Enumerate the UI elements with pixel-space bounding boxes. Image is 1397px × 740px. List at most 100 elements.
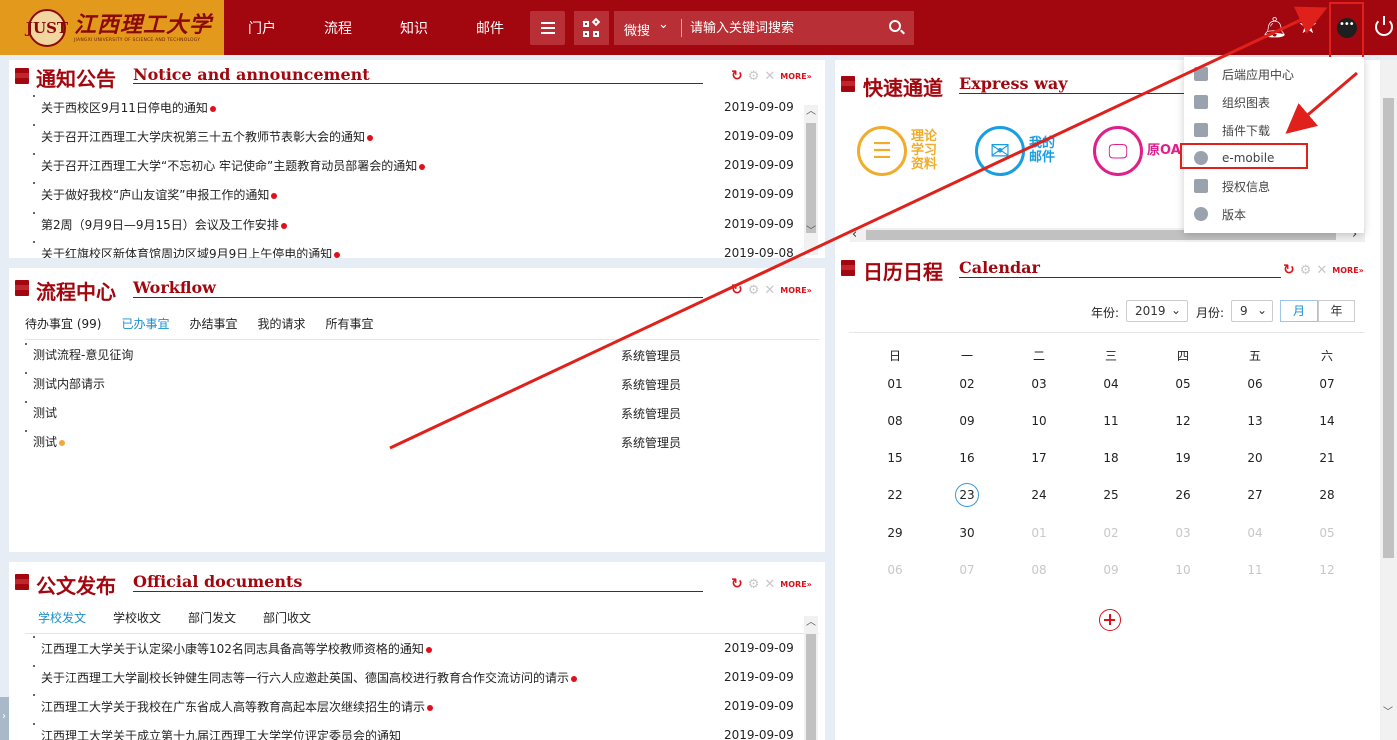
calendar-day[interactable]: 03 xyxy=(1024,377,1054,391)
calendar-day[interactable]: 07 xyxy=(952,563,982,577)
menu-button[interactable] xyxy=(530,11,565,45)
calendar-day[interactable]: 17 xyxy=(1024,451,1054,465)
calendar-day[interactable]: 13 xyxy=(1240,414,1270,428)
calendar-day[interactable]: 21 xyxy=(1312,451,1342,465)
list-item[interactable]: 关于做好我校“庐山友谊奖”申报工作的通知 xyxy=(41,186,278,206)
calendar-day[interactable]: 29 xyxy=(880,526,910,540)
side-collapse-handle[interactable]: › xyxy=(0,697,9,740)
scrollbar[interactable]: ︿ ﹀ xyxy=(804,105,818,255)
search-input[interactable] xyxy=(690,19,880,37)
calendar-day[interactable]: 01 xyxy=(1024,526,1054,540)
calendar-day[interactable]: 10 xyxy=(1024,414,1054,428)
refresh-icon[interactable]: ↻ xyxy=(731,282,743,298)
chevron-down-icon[interactable]: ﹀ xyxy=(1381,706,1395,720)
list-item[interactable]: 关于召开江西理工大学“不忘初心 牢记使命”主题教育动员部署会的通知 xyxy=(41,157,426,177)
bell-icon[interactable]: 🔔︎ xyxy=(1262,16,1287,38)
calendar-day[interactable]: 06 xyxy=(880,563,910,577)
star-icon[interactable]: ★ xyxy=(1298,16,1318,38)
calendar-day[interactable]: 16 xyxy=(952,451,982,465)
scrollbar[interactable]: ︿ xyxy=(804,616,818,740)
tab-todo[interactable]: 待办事宜 (99) xyxy=(25,315,101,332)
menu-item-license-info[interactable]: 授权信息 xyxy=(1194,175,1270,197)
nav-mail[interactable]: 邮件 xyxy=(476,18,504,38)
more-link[interactable]: MORE» xyxy=(1332,266,1364,275)
shortcut-study-materials[interactable]: ☰ 理论学习资料 xyxy=(857,126,947,176)
calendar-day[interactable]: 11 xyxy=(1240,563,1270,577)
refresh-icon[interactable]: ↻ xyxy=(731,576,743,592)
list-item[interactable]: 关于召开江西理工大学庆祝第三十五个教师节表彰大会的通知 xyxy=(41,128,374,148)
calendar-day[interactable]: 03 xyxy=(1168,526,1198,540)
tab-school-issued[interactable]: 学校发文 xyxy=(38,609,86,626)
menu-item-org-chart[interactable]: 组织图表 xyxy=(1194,91,1270,113)
calendar-day[interactable]: 28 xyxy=(1312,488,1342,502)
calendar-day[interactable]: 04 xyxy=(1096,377,1126,391)
list-item[interactable]: 测试内部请示 xyxy=(33,375,105,395)
close-icon[interactable]: ✕ xyxy=(1316,263,1327,278)
more-button[interactable] xyxy=(1329,2,1364,59)
tab-done[interactable]: 已办事宜 xyxy=(121,315,169,332)
calendar-day[interactable]: 02 xyxy=(1096,526,1126,540)
calendar-day[interactable]: 18 xyxy=(1096,451,1126,465)
calendar-day[interactable]: 02 xyxy=(952,377,982,391)
calendar-day[interactable]: 15 xyxy=(880,451,910,465)
university-logo[interactable]: JUST 江西理工大学 JIANGXI UNIVERSITY OF SCIENC… xyxy=(0,0,224,55)
close-icon[interactable]: ✕ xyxy=(764,577,775,592)
shortcut-old-oa[interactable]: 🖵︎ 原OA xyxy=(1093,126,1181,176)
calendar-day[interactable]: 14 xyxy=(1312,414,1342,428)
calendar-day[interactable]: 12 xyxy=(1168,414,1198,428)
nav-workflow[interactable]: 流程 xyxy=(324,18,352,38)
menu-item-plugin-download[interactable]: 插件下载 xyxy=(1194,119,1270,141)
list-item[interactable]: 测试流程-意见征询 xyxy=(33,346,133,366)
add-event-icon[interactable] xyxy=(1099,609,1121,631)
chevron-up-icon[interactable]: ︿ xyxy=(804,105,818,119)
month-select[interactable]: 9 ⌄ xyxy=(1231,300,1273,322)
year-select[interactable]: 2019 ⌄ xyxy=(1126,300,1188,322)
calendar-day[interactable]: 26 xyxy=(1168,488,1198,502)
calendar-day[interactable]: 07 xyxy=(1312,377,1342,391)
close-icon[interactable]: ✕ xyxy=(764,283,775,298)
list-item[interactable]: 测试 xyxy=(33,404,57,424)
list-item[interactable]: 测试 xyxy=(33,433,66,453)
chevron-left-icon[interactable]: ‹ xyxy=(852,227,857,242)
chevron-up-icon[interactable]: ︿ xyxy=(804,616,818,630)
more-link[interactable]: MORE» xyxy=(780,286,812,295)
apps-button[interactable] xyxy=(574,11,609,45)
gear-icon[interactable]: ⚙ xyxy=(748,69,760,84)
calendar-day[interactable]: 05 xyxy=(1168,377,1198,391)
tab-my-requests[interactable]: 我的请求 xyxy=(257,315,305,332)
shortcut-my-mail[interactable]: ✉ 我的邮件 xyxy=(975,126,1059,176)
nav-knowledge[interactable]: 知识 xyxy=(400,18,428,38)
calendar-day[interactable]: 09 xyxy=(1096,563,1126,577)
list-item[interactable]: 江西理工大学关于认定梁小康等102名同志具备高等学校教师资格的通知 xyxy=(41,640,432,660)
refresh-icon[interactable]: ↻ xyxy=(1283,262,1295,278)
list-item[interactable]: 江西理工大学关于我校在广东省成人高等教育高起本层次继续招生的请示 xyxy=(41,698,434,718)
refresh-icon[interactable]: ↻ xyxy=(731,68,743,84)
search-scope-select[interactable]: 微搜 xyxy=(624,20,650,39)
calendar-day[interactable]: 10 xyxy=(1168,563,1198,577)
tab-dept-issued[interactable]: 部门发文 xyxy=(188,609,236,626)
tab-dept-received[interactable]: 部门收文 xyxy=(263,609,311,626)
calendar-day[interactable]: 01 xyxy=(880,377,910,391)
list-item[interactable]: 关于红旗校区新体育馆周边区域9月9日上午停电的通知 xyxy=(41,245,341,258)
more-link[interactable]: MORE» xyxy=(780,72,812,81)
search-icon[interactable] xyxy=(889,20,901,32)
calendar-day[interactable]: 22 xyxy=(880,488,910,502)
calendar-day[interactable]: 06 xyxy=(1240,377,1270,391)
menu-item-version[interactable]: 版本 xyxy=(1194,203,1246,225)
power-icon[interactable] xyxy=(1375,16,1393,36)
month-view-button[interactable]: 月 xyxy=(1280,300,1318,322)
calendar-day[interactable]: 24 xyxy=(1024,488,1054,502)
calendar-day[interactable]: 08 xyxy=(880,414,910,428)
chevron-down-icon[interactable]: ⌄ xyxy=(658,17,669,32)
calendar-day[interactable]: 23 xyxy=(952,488,982,502)
calendar-day[interactable]: 27 xyxy=(1240,488,1270,502)
tab-school-received[interactable]: 学校收文 xyxy=(113,609,161,626)
calendar-day[interactable]: 19 xyxy=(1168,451,1198,465)
gear-icon[interactable]: ⚙ xyxy=(748,283,760,298)
menu-item-backend-apps[interactable]: 后端应用中心 xyxy=(1194,63,1294,85)
calendar-day[interactable]: 04 xyxy=(1240,526,1270,540)
calendar-day[interactable]: 25 xyxy=(1096,488,1126,502)
nav-portal[interactable]: 门户 xyxy=(248,18,276,38)
list-item[interactable]: 江西理工大学关于成立第十九届江西理工大学学位评定委员会的通知 xyxy=(41,727,401,740)
page-scrollbar[interactable]: ﹀ xyxy=(1380,60,1397,740)
